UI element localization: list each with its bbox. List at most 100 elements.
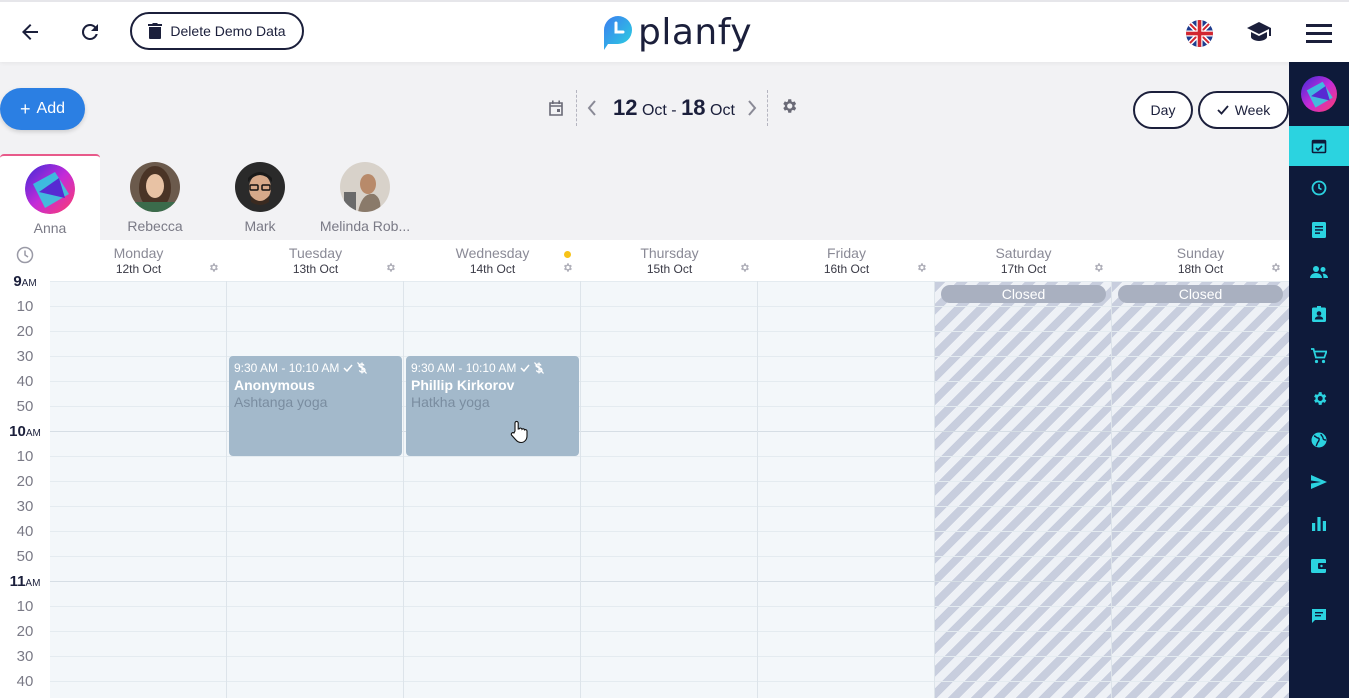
delete-demo-data-button[interactable]: Delete Demo Data bbox=[130, 12, 304, 50]
calendar-check-icon bbox=[1311, 139, 1327, 154]
graduation-cap-icon[interactable] bbox=[1247, 22, 1271, 42]
shopping-cart-icon bbox=[1311, 348, 1327, 364]
time-label-10am: 10AM bbox=[0, 423, 50, 440]
bar-chart-icon bbox=[1312, 517, 1326, 531]
clock-icon bbox=[16, 246, 34, 264]
day-view-button[interactable]: Day bbox=[1133, 91, 1193, 129]
hamburger-menu-icon[interactable] bbox=[1306, 24, 1332, 44]
time-label: 40 bbox=[16, 523, 34, 540]
unpaid-dollar-icon bbox=[534, 362, 545, 374]
sidebar-item-settings[interactable] bbox=[1289, 378, 1349, 418]
gear-icon[interactable] bbox=[562, 262, 573, 273]
day-header-wednesday[interactable]: Wednesday 14th Oct bbox=[404, 240, 581, 281]
am-suffix: AM bbox=[25, 578, 41, 589]
profile-avatar-icon bbox=[1301, 76, 1337, 112]
avatar bbox=[235, 162, 285, 212]
day-header-tuesday[interactable]: Tuesday 13th Oct bbox=[227, 240, 404, 281]
time-label: 50 bbox=[16, 548, 34, 565]
staff-tab-anna[interactable]: Anna bbox=[0, 154, 100, 240]
staff-name: Anna bbox=[33, 220, 67, 236]
date-range: 12 Oct - 18 Oct bbox=[605, 95, 743, 121]
gear-icon[interactable] bbox=[1270, 262, 1281, 273]
add-button[interactable]: + Add bbox=[0, 88, 85, 130]
top-bar: Delete Demo Data planfy bbox=[0, 0, 1349, 62]
uk-flag-icon[interactable] bbox=[1186, 20, 1213, 47]
day-date: 15th Oct bbox=[646, 262, 693, 276]
gear-icon[interactable] bbox=[208, 262, 219, 273]
day-name: Saturday bbox=[995, 245, 1052, 261]
sidebar-item-reports[interactable] bbox=[1289, 504, 1349, 544]
sidebar-item-staff[interactable] bbox=[1289, 294, 1349, 334]
sidebar-item-chat[interactable] bbox=[1289, 596, 1349, 636]
closed-badge: Closed bbox=[941, 285, 1106, 303]
time-label: 10 bbox=[16, 598, 34, 615]
document-icon bbox=[1312, 222, 1326, 238]
right-sidebar bbox=[1289, 62, 1349, 698]
sidebar-item-invoices[interactable] bbox=[1289, 210, 1349, 250]
day-header-sunday[interactable]: Sunday 18th Oct bbox=[1112, 240, 1289, 281]
hand-pointer-cursor-icon bbox=[510, 420, 528, 444]
day-header-saturday[interactable]: Saturday 17th Oct bbox=[935, 240, 1112, 281]
staff-name: Rebecca bbox=[127, 218, 183, 234]
planfy-logo-icon bbox=[602, 14, 634, 52]
appointment-time: 9:30 AM - 10:10 AM bbox=[411, 361, 517, 375]
day-name: Sunday bbox=[1176, 245, 1225, 261]
range-end-day: 18 bbox=[681, 95, 706, 120]
am-suffix: AM bbox=[25, 428, 41, 439]
back-arrow-icon[interactable] bbox=[18, 20, 42, 44]
time-label-9am: 9AM bbox=[0, 273, 50, 290]
am-suffix: AM bbox=[21, 278, 37, 289]
check-icon bbox=[520, 364, 530, 372]
day-name: Monday bbox=[113, 245, 164, 261]
sidebar-item-calendar[interactable] bbox=[1289, 126, 1349, 166]
sidebar-item-profile[interactable] bbox=[1289, 72, 1349, 116]
gear-icon[interactable] bbox=[385, 262, 396, 273]
day-date: 16th Oct bbox=[823, 262, 870, 276]
sidebar-item-shop[interactable] bbox=[1289, 336, 1349, 376]
gear-icon[interactable] bbox=[739, 262, 750, 273]
range-end-month: Oct bbox=[710, 102, 735, 119]
week-view-button[interactable]: Week bbox=[1198, 91, 1289, 129]
sidebar-item-website[interactable] bbox=[1289, 420, 1349, 460]
chevron-left-icon[interactable] bbox=[587, 100, 597, 116]
calendar-icon[interactable] bbox=[548, 100, 564, 116]
day-date: 14th Oct bbox=[469, 262, 516, 276]
staff-tab-rebecca[interactable]: Rebecca bbox=[105, 154, 205, 240]
time-label: 10 bbox=[16, 448, 34, 465]
staff-name: Melinda Rob... bbox=[319, 218, 411, 234]
appointment-card[interactable]: 9:30 AM - 10:10 AM Phillip Kirkorov Hatk… bbox=[406, 356, 579, 456]
globe-icon bbox=[1311, 432, 1327, 448]
day-date: 12th Oct bbox=[115, 262, 162, 276]
today-indicator-dot bbox=[564, 251, 571, 258]
time-label: 20 bbox=[16, 623, 34, 640]
time-label: 30 bbox=[16, 498, 34, 515]
planfy-logo[interactable]: planfy bbox=[602, 12, 752, 53]
refresh-icon[interactable] bbox=[78, 20, 102, 44]
sidebar-item-marketing[interactable] bbox=[1289, 462, 1349, 502]
staff-tab-mark[interactable]: Mark bbox=[210, 154, 310, 240]
appointment-card[interactable]: 9:30 AM - 10:10 AM Anonymous Ashtanga yo… bbox=[229, 356, 402, 456]
week-calendar: Monday 12th Oct Tuesday 13th Oct Wednesd… bbox=[0, 240, 1289, 698]
appointment-service: Ashtanga yoga bbox=[234, 394, 328, 410]
time-label: 20 bbox=[16, 473, 34, 490]
chevron-right-icon[interactable] bbox=[747, 100, 757, 116]
staff-tab-melinda[interactable]: Melinda Rob... bbox=[315, 154, 415, 240]
day-header-thursday[interactable]: Thursday 15th Oct bbox=[581, 240, 758, 281]
gear-icon[interactable] bbox=[1093, 262, 1104, 273]
sidebar-item-wallet[interactable] bbox=[1289, 546, 1349, 586]
unpaid-dollar-icon bbox=[357, 362, 368, 374]
gear-icon[interactable] bbox=[780, 97, 798, 115]
chat-icon bbox=[1312, 609, 1326, 623]
check-icon bbox=[343, 364, 353, 372]
time-label: 30 bbox=[16, 648, 34, 665]
sidebar-item-clients[interactable] bbox=[1289, 252, 1349, 292]
sidebar-item-history[interactable] bbox=[1289, 168, 1349, 208]
calendar-grid[interactable]: Closed Closed 9:30 AM - 10:10 AM Anonymo… bbox=[50, 281, 1289, 698]
closed-day-sunday: Closed bbox=[1112, 281, 1289, 698]
gear-icon[interactable] bbox=[916, 262, 927, 273]
avatar bbox=[25, 164, 75, 214]
day-view-label: Day bbox=[1150, 102, 1176, 118]
staff-name: Mark bbox=[244, 218, 276, 234]
day-header-monday[interactable]: Monday 12th Oct bbox=[50, 240, 227, 281]
day-header-friday[interactable]: Friday 16th Oct bbox=[758, 240, 935, 281]
